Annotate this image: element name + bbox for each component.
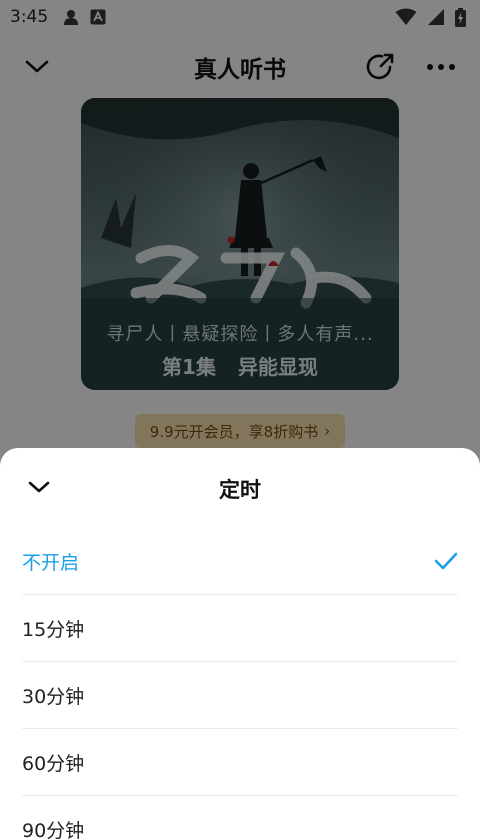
option-label: 不开启 — [22, 551, 80, 574]
option-label: 90分钟 — [22, 820, 85, 839]
timer-sheet: 定时 不开启 15分钟 30分钟 60分钟 90分钟 — [0, 448, 480, 839]
check-icon — [434, 552, 458, 570]
timer-option-off[interactable]: 不开启 — [22, 528, 458, 595]
option-label: 30分钟 — [22, 685, 85, 708]
player-screen: 3:45 真人听书 寻尸人丨悬疑探险丨多人有声... 第1集 异能显现 9.9元… — [0, 0, 480, 839]
timer-option-15[interactable]: 15分钟 — [22, 595, 458, 662]
timer-option-list: 不开启 15分钟 30分钟 60分钟 90分钟 — [0, 528, 480, 839]
option-label: 60分钟 — [22, 752, 85, 775]
timer-option-30[interactable]: 30分钟 — [22, 662, 458, 729]
sheet-header: 定时 — [0, 448, 480, 528]
timer-option-60[interactable]: 60分钟 — [22, 729, 458, 796]
sheet-title: 定时 — [219, 478, 261, 502]
timer-option-90[interactable]: 90分钟 — [22, 796, 458, 839]
option-label: 15分钟 — [22, 618, 85, 641]
